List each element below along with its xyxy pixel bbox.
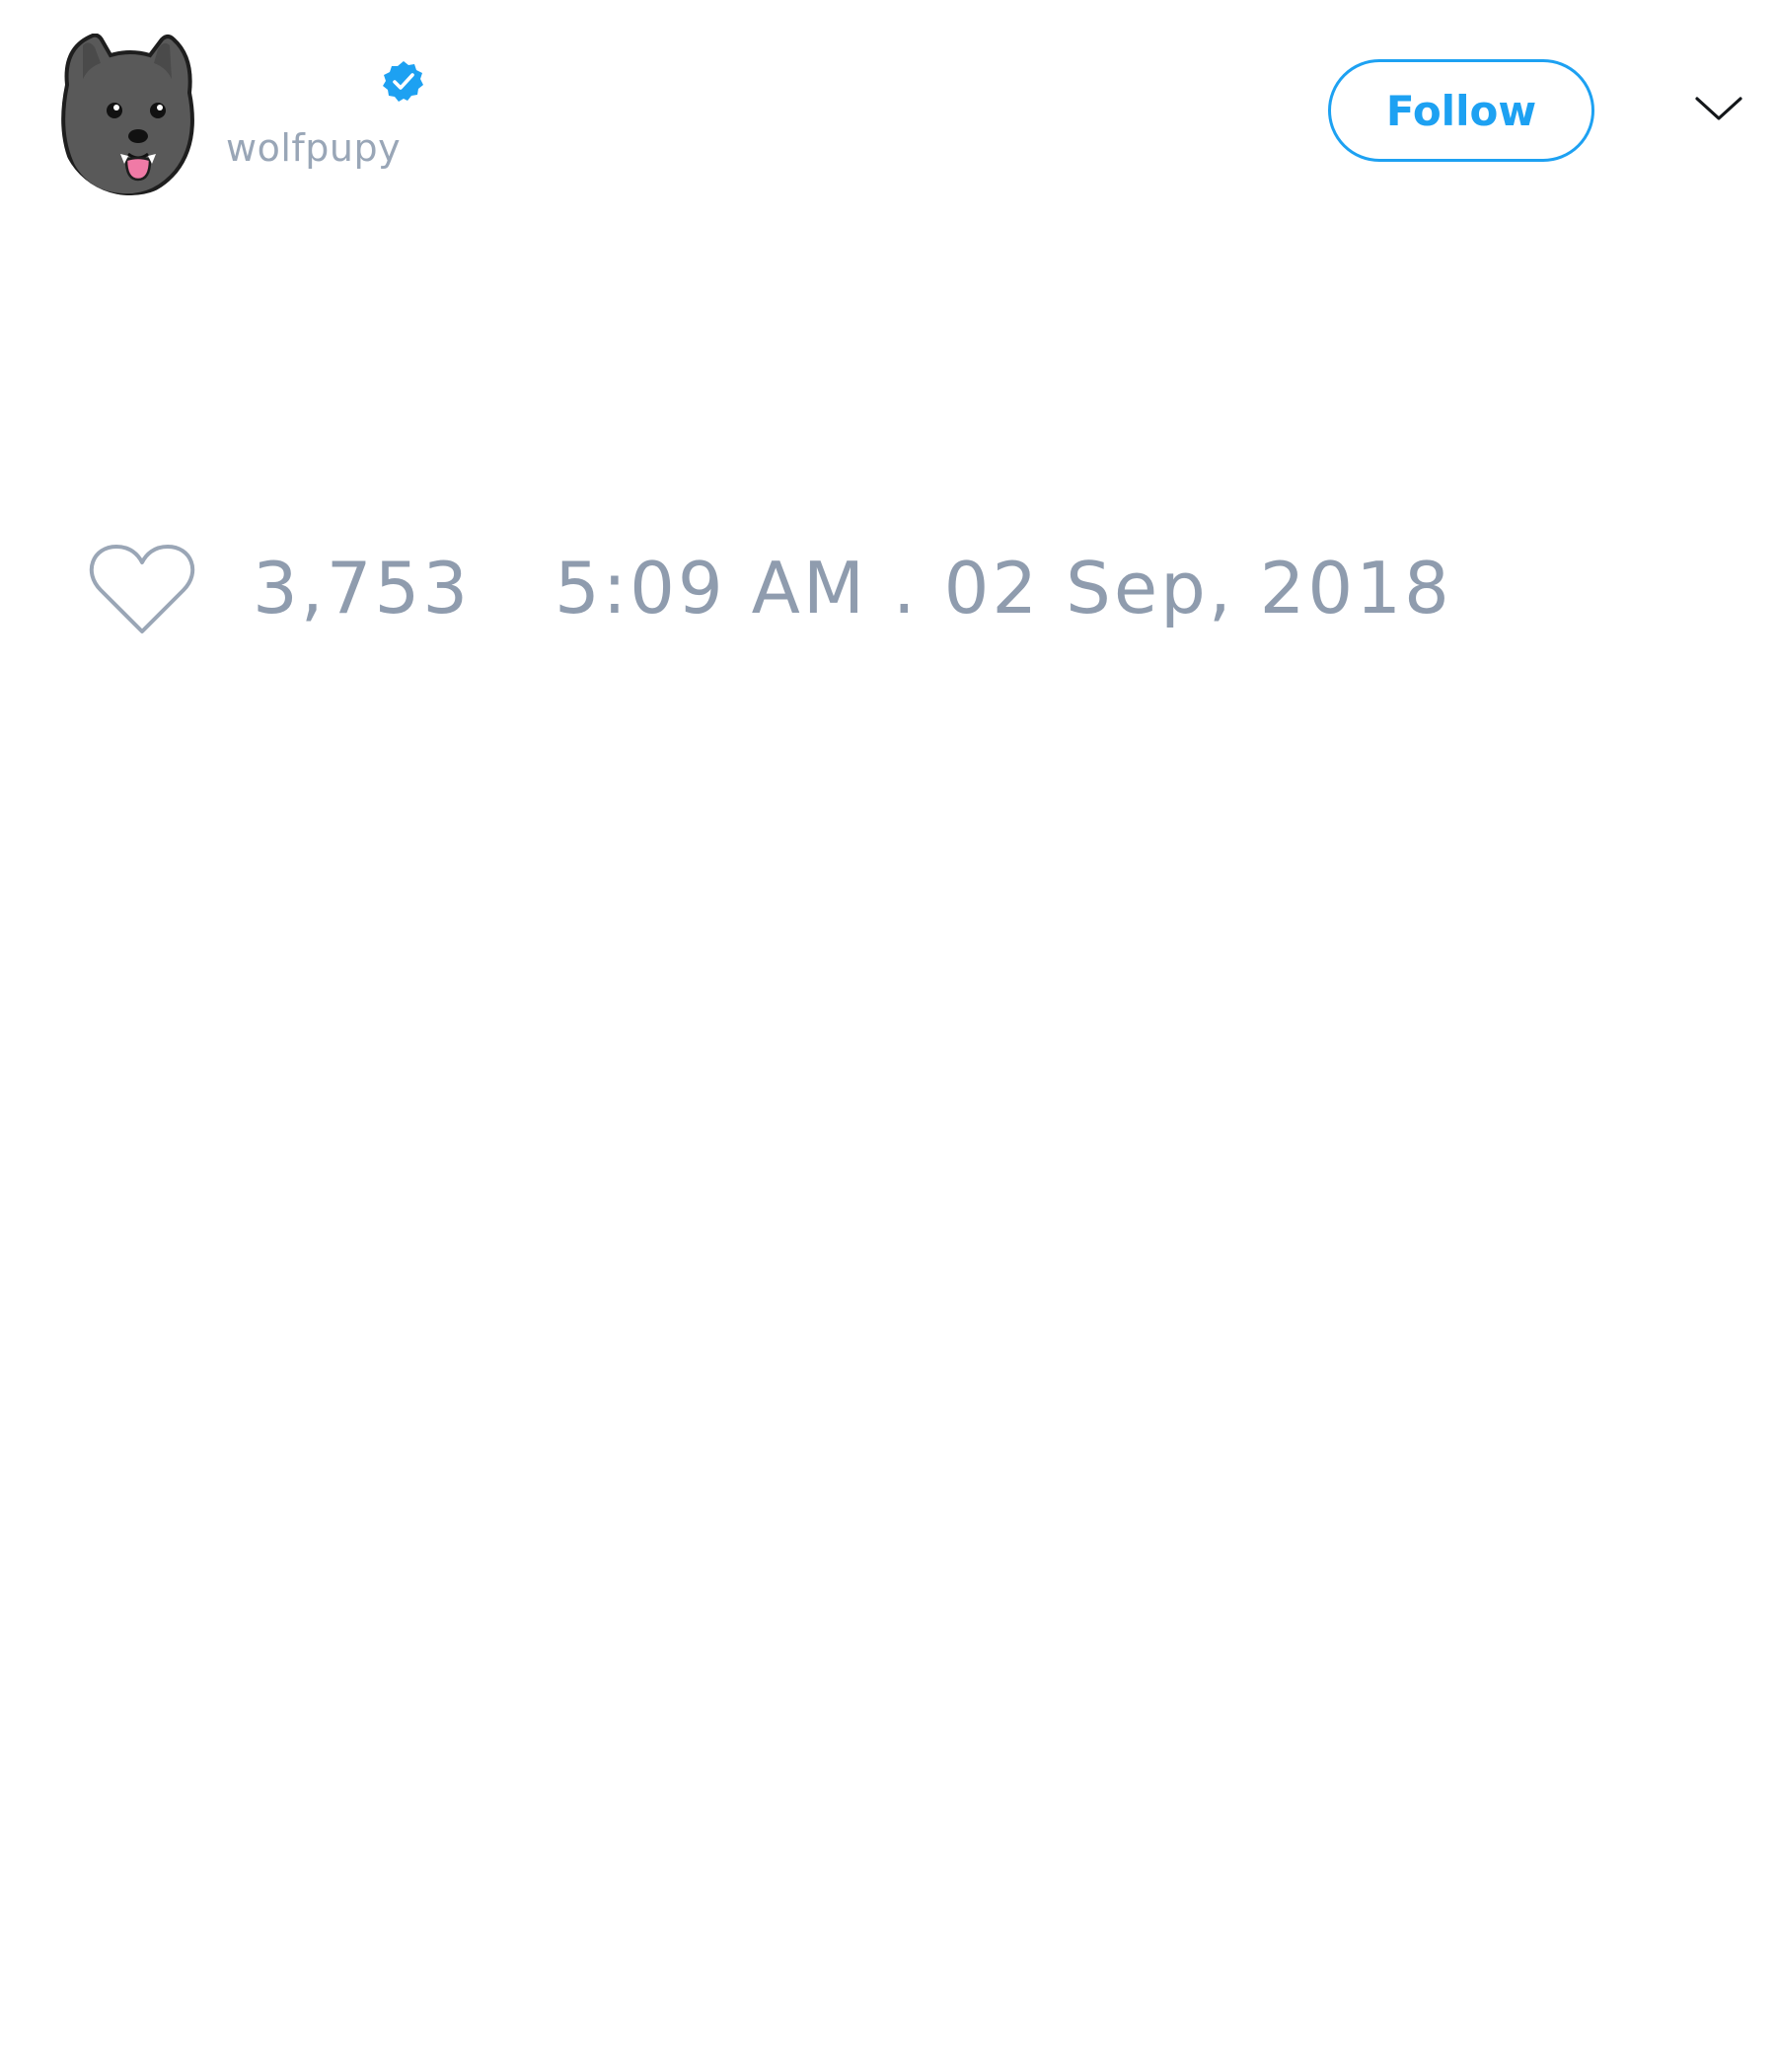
tweet-timestamp[interactable]: 5:09 AM . 02 Sep, 2018: [555, 541, 1452, 635]
follow-button[interactable]: Follow: [1328, 59, 1594, 162]
display-name[interactable]: [227, 57, 375, 107]
heart-outline-icon[interactable]: [89, 543, 195, 637]
author-handle[interactable]: wolfpupy: [226, 126, 401, 170]
like-count: 3,753: [253, 547, 472, 629]
wolf-puppy-avatar-icon: [59, 34, 201, 195]
chevron-down-icon[interactable]: [1693, 91, 1744, 126]
verified-badge-icon: [381, 59, 426, 105]
avatar[interactable]: [59, 34, 201, 195]
